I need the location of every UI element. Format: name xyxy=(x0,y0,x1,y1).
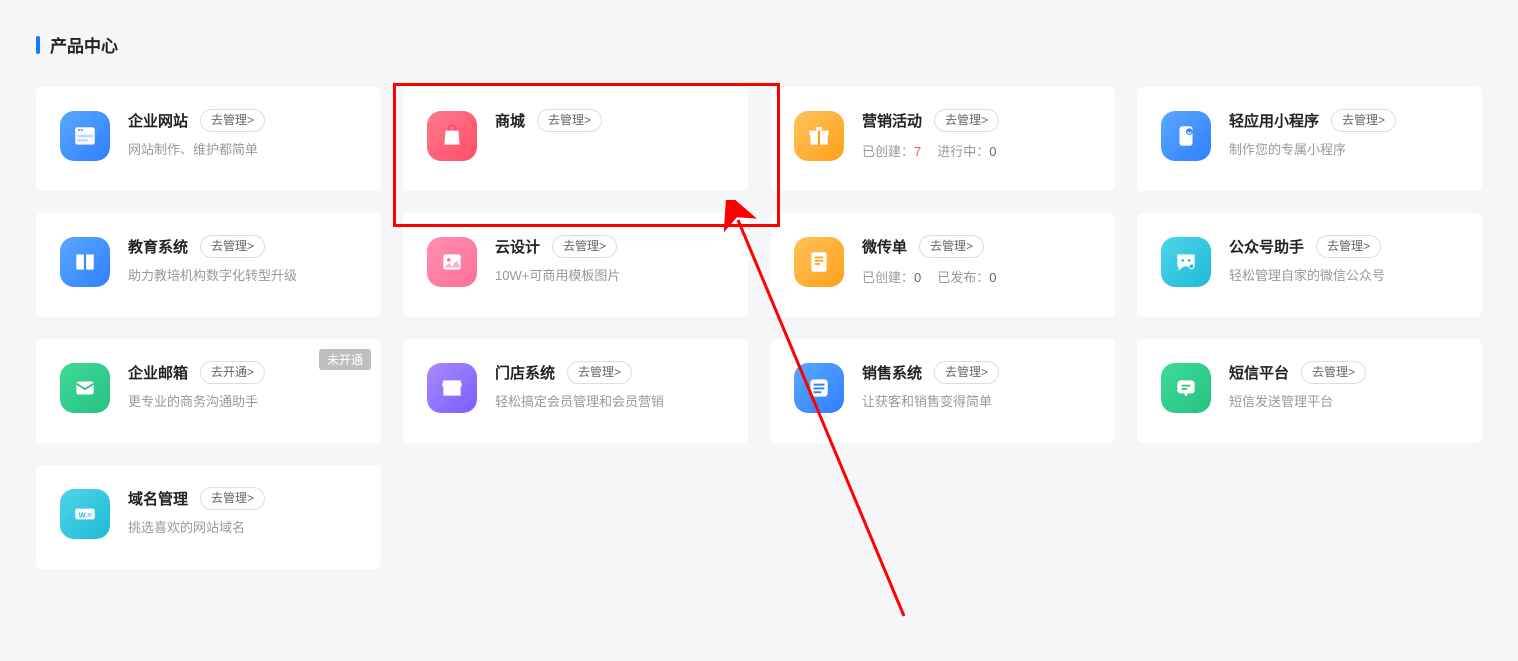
product-card-sms[interactable]: 短信平台去管理> 短信发送管理平台 xyxy=(1137,339,1482,443)
product-card-mail[interactable]: 企业邮箱去开通> 更专业的商务沟通助手 未开通 xyxy=(36,339,381,443)
stat-value: 0 xyxy=(914,270,921,285)
manage-button[interactable]: 去管理> xyxy=(1331,109,1396,132)
card-description: 短信发送管理平台 xyxy=(1229,393,1458,411)
section-title-accent-bar xyxy=(36,36,40,54)
product-card-miniapp[interactable]: 轻应用小程序去管理> 制作您的专属小程序 xyxy=(1137,87,1482,191)
card-stats: 已创建：7 进行中：0 xyxy=(862,141,1091,160)
manage-button[interactable]: 去管理> xyxy=(1301,361,1366,384)
product-card-store[interactable]: 门店系统去管理> 轻松搞定会员管理和会员营销 xyxy=(403,339,748,443)
card-title: 微传单 xyxy=(862,236,907,257)
card-title: 云设计 xyxy=(495,236,540,257)
product-card-clouddesign[interactable]: 云设计去管理> 10W+可商用模板图片 xyxy=(403,213,748,317)
product-card-wechat[interactable]: 公众号助手去管理> 轻松管理自家的微信公众号 xyxy=(1137,213,1482,317)
stat-label: 已发布： xyxy=(937,270,989,285)
card-title: 短信平台 xyxy=(1229,362,1289,383)
svg-text:W.=: W.= xyxy=(79,510,93,519)
card-title: 轻应用小程序 xyxy=(1229,110,1319,131)
card-title: 销售系统 xyxy=(862,362,922,383)
card-title: 公众号助手 xyxy=(1229,236,1304,257)
browser-icon xyxy=(60,111,110,161)
image-icon xyxy=(427,237,477,287)
manage-button[interactable]: 去管理> xyxy=(200,487,265,510)
card-title: 商城 xyxy=(495,110,525,131)
card-description: 网站制作、维护都简单 xyxy=(128,141,357,159)
stat-value: 7 xyxy=(914,144,921,159)
manage-button[interactable]: 去管理> xyxy=(567,361,632,384)
card-description: 轻松管理自家的微信公众号 xyxy=(1229,267,1458,285)
manage-button[interactable]: 去管理> xyxy=(537,109,602,132)
product-card-website[interactable]: 企业网站去管理> 网站制作、维护都简单 xyxy=(36,87,381,191)
card-title: 教育系统 xyxy=(128,236,188,257)
flyer-icon xyxy=(794,237,844,287)
domain-icon: W.= xyxy=(60,489,110,539)
sms-icon xyxy=(1161,363,1211,413)
manage-button[interactable]: 去管理> xyxy=(934,361,999,384)
card-description: 更专业的商务沟通助手 xyxy=(128,393,357,411)
manage-button[interactable]: 去管理> xyxy=(934,109,999,132)
open-button[interactable]: 去开通> xyxy=(200,361,265,384)
store-icon xyxy=(427,363,477,413)
book-icon xyxy=(60,237,110,287)
card-title: 门店系统 xyxy=(495,362,555,383)
phone-icon xyxy=(1161,111,1211,161)
stat-label: 已创建： xyxy=(862,144,914,159)
card-description: 助力教培机构数字化转型升级 xyxy=(128,267,357,285)
card-description: 轻松搞定会员管理和会员营销 xyxy=(495,393,724,411)
card-description: 让获客和销售变得简单 xyxy=(862,393,1091,411)
manage-button[interactable]: 去管理> xyxy=(200,235,265,258)
card-title: 域名管理 xyxy=(128,488,188,509)
section-title-text: 产品中心 xyxy=(50,32,118,57)
manage-button[interactable]: 去管理> xyxy=(552,235,617,258)
manage-button[interactable]: 去管理> xyxy=(919,235,984,258)
manage-button[interactable]: 去管理> xyxy=(200,109,265,132)
card-title: 企业邮箱 xyxy=(128,362,188,383)
card-title: 营销活动 xyxy=(862,110,922,131)
card-description: 制作您的专属小程序 xyxy=(1229,141,1458,159)
list-icon xyxy=(794,363,844,413)
product-card-marketing[interactable]: 营销活动去管理> 已创建：7 进行中：0 xyxy=(770,87,1115,191)
status-badge: 未开通 xyxy=(319,349,371,370)
product-card-edu[interactable]: 教育系统去管理> 助力教培机构数字化转型升级 xyxy=(36,213,381,317)
section-title: 产品中心 xyxy=(36,32,1482,57)
card-title: 企业网站 xyxy=(128,110,188,131)
bag-icon xyxy=(427,111,477,161)
stat-value: 0 xyxy=(989,270,996,285)
product-card-flyer[interactable]: 微传单去管理>已创建：0已发布：0 xyxy=(770,213,1115,317)
stat-label: 进行中： xyxy=(937,144,989,159)
card-stats: 已创建：0已发布：0 xyxy=(862,267,1091,286)
gift-icon xyxy=(794,111,844,161)
mail-icon xyxy=(60,363,110,413)
card-description: 挑选喜欢的网站域名 xyxy=(128,519,357,537)
chat-icon xyxy=(1161,237,1211,287)
manage-button[interactable]: 去管理> xyxy=(1316,235,1381,258)
card-description: 10W+可商用模板图片 xyxy=(495,267,724,285)
product-card-domain[interactable]: W.= 域名管理去管理> 挑选喜欢的网站域名 xyxy=(36,465,381,569)
stat-value: 0 xyxy=(989,144,996,159)
product-card-sales[interactable]: 销售系统去管理> 让获客和销售变得简单 xyxy=(770,339,1115,443)
stat-label: 已创建： xyxy=(862,270,914,285)
product-card-mall[interactable]: 商城去管理> xyxy=(403,87,748,191)
